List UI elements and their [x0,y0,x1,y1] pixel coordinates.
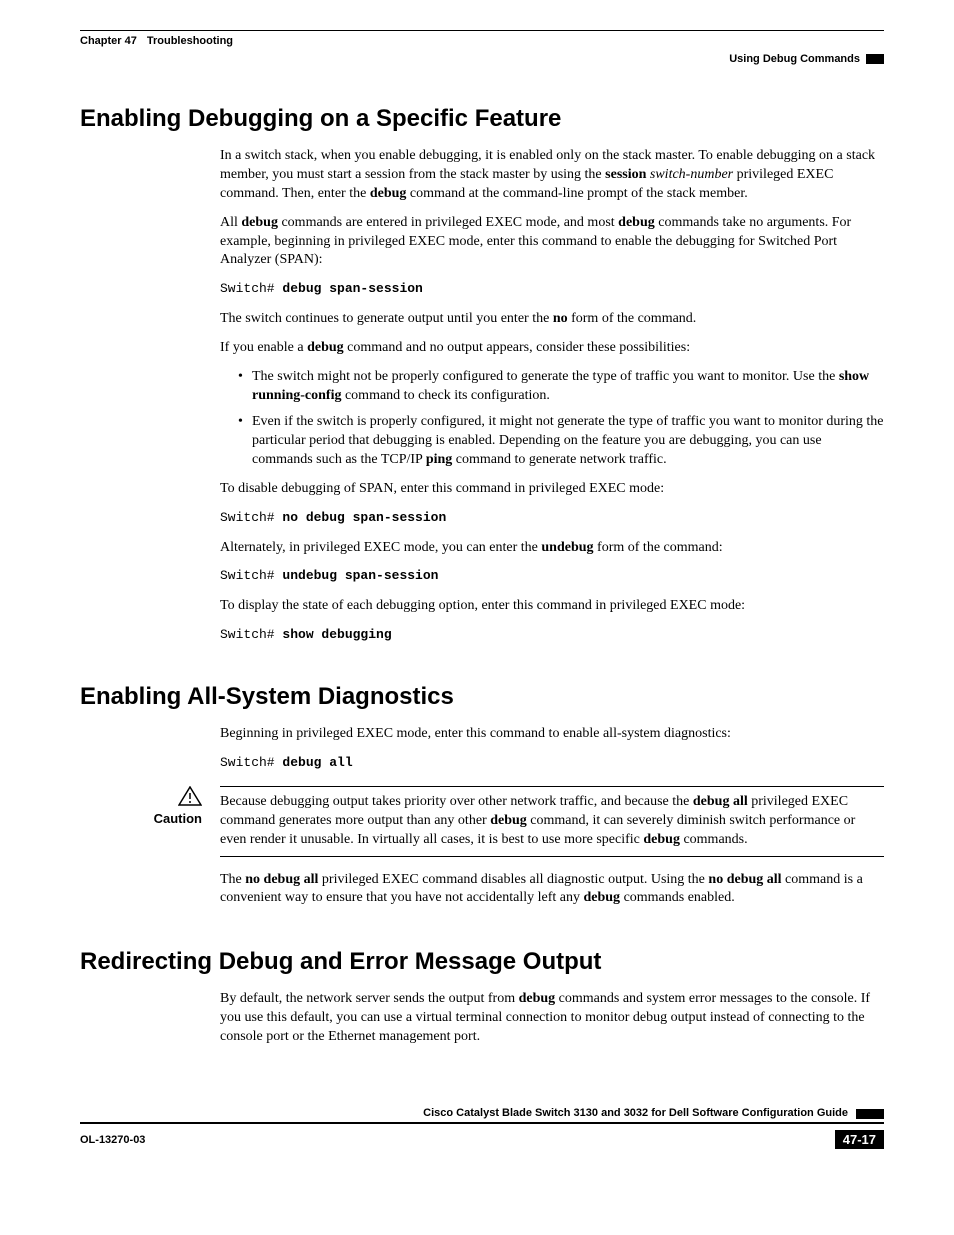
paragraph: Beginning in privileged EXEC mode, enter… [220,725,884,744]
footer-rule [80,1122,884,1124]
footer-doc-id: OL-13270-03 [80,1134,145,1146]
paragraph: By default, the network server sends the… [220,990,884,1047]
footer-page-number: 47-17 [835,1130,884,1149]
code-block: Switch# debug span-session [220,280,884,298]
paragraph: All debug commands are entered in privil… [220,214,884,271]
header-left: Chapter 47 Troubleshooting [80,35,884,47]
caution-label-area: Caution [80,786,220,857]
footer-book-title: Cisco Catalyst Blade Switch 3130 and 303… [80,1107,848,1119]
paragraph: To display the state of each debugging o… [220,597,884,616]
caution-word: Caution [80,811,202,826]
caution-block: Caution Because debugging output takes p… [80,786,884,857]
list-item: The switch might not be properly configu… [238,368,884,406]
chapter-number: Chapter 47 [80,35,137,47]
paragraph: The no debug all privileged EXEC command… [220,871,884,909]
code-block: Switch# debug all [220,754,884,772]
paragraph: The switch continues to generate output … [220,310,884,329]
section-title-all-system: Enabling All-System Diagnostics [80,683,884,711]
page-footer: Cisco Catalyst Blade Switch 3130 and 303… [80,1107,884,1149]
list-item: Even if the switch is properly configure… [238,413,884,470]
footer-marker-icon [856,1109,884,1119]
section-label: Using Debug Commands [729,53,860,65]
paragraph: In a switch stack, when you enable debug… [220,147,884,204]
section-title-enabling-feature: Enabling Debugging on a Specific Feature [80,105,884,133]
bullet-list: The switch might not be properly configu… [220,368,884,470]
paragraph: If you enable a debug command and no out… [220,339,884,358]
section-body: In a switch stack, when you enable debug… [220,147,884,643]
header-right: Using Debug Commands [80,53,884,65]
code-block: Switch# undebug span-session [220,567,884,585]
section-title-redirecting: Redirecting Debug and Error Message Outp… [80,948,884,976]
code-block: Switch# show debugging [220,626,884,644]
paragraph: To disable debugging of SPAN, enter this… [220,480,884,499]
caution-content: Because debugging output takes priority … [220,786,884,857]
caution-icon [178,786,202,811]
code-block: Switch# no debug span-session [220,509,884,527]
paragraph: Alternately, in privileged EXEC mode, yo… [220,539,884,558]
header-rule [80,30,884,31]
section-body: Beginning in privileged EXEC mode, enter… [220,725,884,771]
header-marker-icon [866,54,884,64]
section-body: The no debug all privileged EXEC command… [220,871,884,909]
section-body: By default, the network server sends the… [220,990,884,1047]
chapter-title: Troubleshooting [147,35,233,47]
